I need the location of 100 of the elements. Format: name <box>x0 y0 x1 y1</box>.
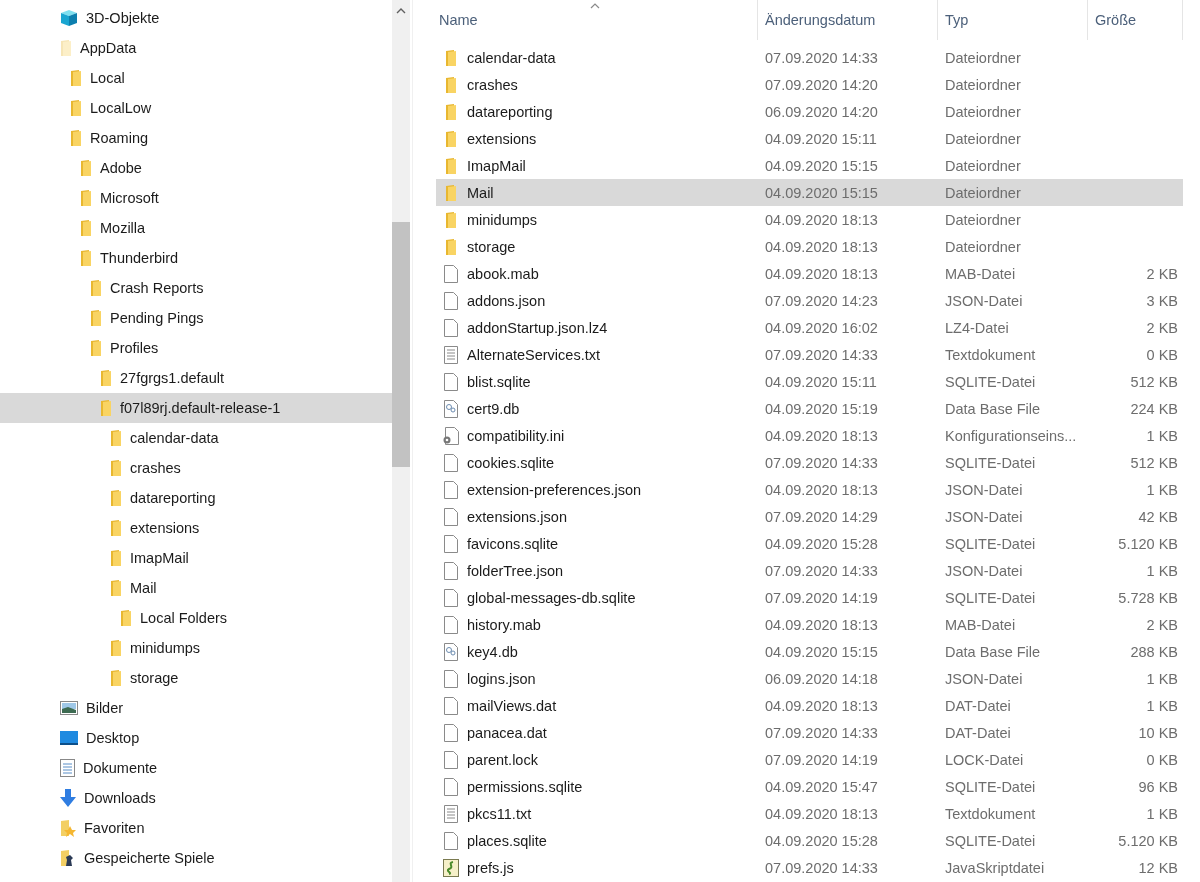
file-type: SQLITE-Datei <box>945 832 1036 849</box>
file-type: SQLITE-Datei <box>945 454 1036 471</box>
tree-item[interactable]: 3D-Objekte <box>0 3 392 33</box>
file-size: 1 KB <box>1146 670 1178 687</box>
folder-icon <box>90 279 102 297</box>
tree-item[interactable]: Desktop <box>0 723 392 753</box>
picture-icon <box>60 701 78 715</box>
file-row[interactable]: cert9.db 04.09.2020 15:19 Data Base File 224 KB <box>436 395 1183 422</box>
file-name: abook.mab <box>467 265 539 282</box>
tree-item[interactable]: Adobe <box>0 153 392 183</box>
file-type: Dateiordner <box>945 76 1021 93</box>
file-row[interactable]: extension-preferences.json 04.09.2020 18:13 JSON-Datei 1 KB <box>436 476 1183 503</box>
scroll-up-icon[interactable] <box>396 8 406 14</box>
file-row[interactable]: compatibility.ini 04.09.2020 18:13 Konfigurationseins... 1 KB <box>436 422 1183 449</box>
file-row[interactable]: favicons.sqlite 04.09.2020 15:28 SQLITE-Datei 5.120 KB <box>436 530 1183 557</box>
file-row[interactable]: mailViews.dat 04.09.2020 18:13 DAT-Datei 1 KB <box>436 692 1183 719</box>
file-row[interactable]: Mail 04.09.2020 15:15 Dateiordner <box>436 179 1183 206</box>
file-row[interactable]: global-messages-db.sqlite 07.09.2020 14:19 SQLITE-Datei 5.728 KB <box>436 584 1183 611</box>
file-row[interactable]: datareporting 06.09.2020 14:20 Dateiordner <box>436 98 1183 125</box>
sort-caret-icon <box>590 3 600 9</box>
tree-item[interactable]: Gespeicherte Spiele <box>0 843 392 873</box>
column-header[interactable]: Änderungsdatum <box>758 0 938 40</box>
file-icon <box>443 831 459 850</box>
column-header[interactable]: Name <box>436 0 758 40</box>
file-row[interactable]: addons.json 07.09.2020 14:23 JSON-Datei 3 KB <box>436 287 1183 314</box>
folder-icon <box>443 102 459 121</box>
file-row[interactable]: blist.sqlite 04.09.2020 15:11 SQLITE-Datei 512 KB <box>436 368 1183 395</box>
tree-item[interactable]: storage <box>0 663 392 693</box>
file-icon <box>443 750 459 769</box>
file-row[interactable]: extensions.json 07.09.2020 14:29 JSON-Datei 42 KB <box>436 503 1183 530</box>
file-type: Konfigurationseins... <box>945 427 1077 444</box>
file-row[interactable]: storage 04.09.2020 18:13 Dateiordner <box>436 233 1183 260</box>
file-row[interactable]: permissions.sqlite 04.09.2020 15:47 SQLITE-Datei 96 KB <box>436 773 1183 800</box>
file-row[interactable]: ImapMail 04.09.2020 15:15 Dateiordner <box>436 152 1183 179</box>
tree-item[interactable]: Roaming <box>0 123 392 153</box>
tree-item[interactable]: f07l89rj.default-release-1 <box>0 393 392 423</box>
tree-item[interactable]: calendar-data <box>0 423 392 453</box>
file-row[interactable]: places.sqlite 04.09.2020 15:28 SQLITE-Datei 5.120 KB <box>436 827 1183 854</box>
file-icon <box>443 480 459 499</box>
tree-item[interactable]: Crash Reports <box>0 273 392 303</box>
file-row[interactable]: calendar-data 07.09.2020 14:33 Dateiordner <box>436 44 1183 71</box>
tree-item[interactable]: Mozilla <box>0 213 392 243</box>
tree-item[interactable]: AppData <box>0 33 392 63</box>
script-file-icon <box>443 858 459 877</box>
folder-icon <box>80 189 92 207</box>
file-row[interactable]: logins.json 06.09.2020 14:18 JSON-Datei 1 KB <box>436 665 1183 692</box>
file-row[interactable]: pkcs11.txt 04.09.2020 18:13 Textdokument 1 KB <box>436 800 1183 827</box>
modified-date: 07.09.2020 14:23 <box>765 292 878 309</box>
tree-item[interactable]: Dokumente <box>0 753 392 783</box>
tree-item[interactable]: 27fgrgs1.default <box>0 363 392 393</box>
tree-item[interactable]: datareporting <box>0 483 392 513</box>
file-row[interactable]: folderTree.json 07.09.2020 14:33 JSON-Datei 1 KB <box>436 557 1183 584</box>
tree-item[interactable]: crashes <box>0 453 392 483</box>
file-size: 224 KB <box>1130 400 1178 417</box>
file-row[interactable]: crashes 07.09.2020 14:20 Dateiordner <box>436 71 1183 98</box>
file-size: 1 KB <box>1146 427 1178 444</box>
file-row[interactable]: AlternateServices.txt 07.09.2020 14:33 Textdokument 0 KB <box>436 341 1183 368</box>
tree-item[interactable]: LocalLow <box>0 93 392 123</box>
scrollbar-thumb[interactable] <box>392 222 410 467</box>
tree-item[interactable]: Downloads <box>0 783 392 813</box>
file-type: Dateiordner <box>945 211 1021 228</box>
tree-item[interactable]: Local Folders <box>0 603 392 633</box>
tree-item[interactable]: Microsoft <box>0 183 392 213</box>
file-row[interactable]: panacea.dat 07.09.2020 14:33 DAT-Datei 10 KB <box>436 719 1183 746</box>
file-icon <box>443 264 459 283</box>
file-row[interactable]: addonStartup.json.lz4 04.09.2020 16:02 LZ4-Datei 2 KB <box>436 314 1183 341</box>
file-row[interactable]: abook.mab 04.09.2020 18:13 MAB-Datei 2 KB <box>436 260 1183 287</box>
file-size: 5.728 KB <box>1118 589 1178 606</box>
column-header[interactable]: Größe <box>1088 0 1183 40</box>
file-row[interactable]: minidumps 04.09.2020 18:13 Dateiordner <box>436 206 1183 233</box>
tree-item[interactable]: Favoriten <box>0 813 392 843</box>
file-icon <box>443 534 459 553</box>
file-icon <box>443 777 459 796</box>
file-name: key4.db <box>467 643 518 660</box>
file-name: prefs.js <box>467 859 514 876</box>
folder-icon <box>80 159 92 177</box>
column-header[interactable]: Typ <box>938 0 1088 40</box>
tree-item[interactable]: Pending Pings <box>0 303 392 333</box>
scrollbar[interactable] <box>392 0 410 882</box>
tree-item[interactable]: Local <box>0 63 392 93</box>
modified-date: 04.09.2020 16:02 <box>765 319 878 336</box>
file-icon <box>443 588 459 607</box>
file-size: 1 KB <box>1146 481 1178 498</box>
file-row[interactable]: history.mab 04.09.2020 18:13 MAB-Datei 2 KB <box>436 611 1183 638</box>
file-name: cookies.sqlite <box>467 454 555 471</box>
file-name: folderTree.json <box>467 562 564 579</box>
tree-item[interactable]: extensions <box>0 513 392 543</box>
tree-item[interactable]: Mail <box>0 573 392 603</box>
file-row[interactable]: parent.lock 07.09.2020 14:19 LOCK-Datei 0 KB <box>436 746 1183 773</box>
tree-item[interactable]: minidumps <box>0 633 392 663</box>
modified-date: 04.09.2020 18:13 <box>765 697 878 714</box>
tree-item[interactable]: ImapMail <box>0 543 392 573</box>
file-type: JSON-Datei <box>945 670 1023 687</box>
tree-item[interactable]: Bilder <box>0 693 392 723</box>
file-row[interactable]: prefs.js 07.09.2020 14:33 JavaSkriptdatei 12 KB <box>436 854 1183 881</box>
tree-item[interactable]: Profiles <box>0 333 392 363</box>
tree-item[interactable]: Thunderbird <box>0 243 392 273</box>
file-row[interactable]: extensions 04.09.2020 15:11 Dateiordner <box>436 125 1183 152</box>
file-row[interactable]: cookies.sqlite 07.09.2020 14:33 SQLITE-Datei 512 KB <box>436 449 1183 476</box>
file-row[interactable]: key4.db 04.09.2020 15:15 Data Base File 288 KB <box>436 638 1183 665</box>
